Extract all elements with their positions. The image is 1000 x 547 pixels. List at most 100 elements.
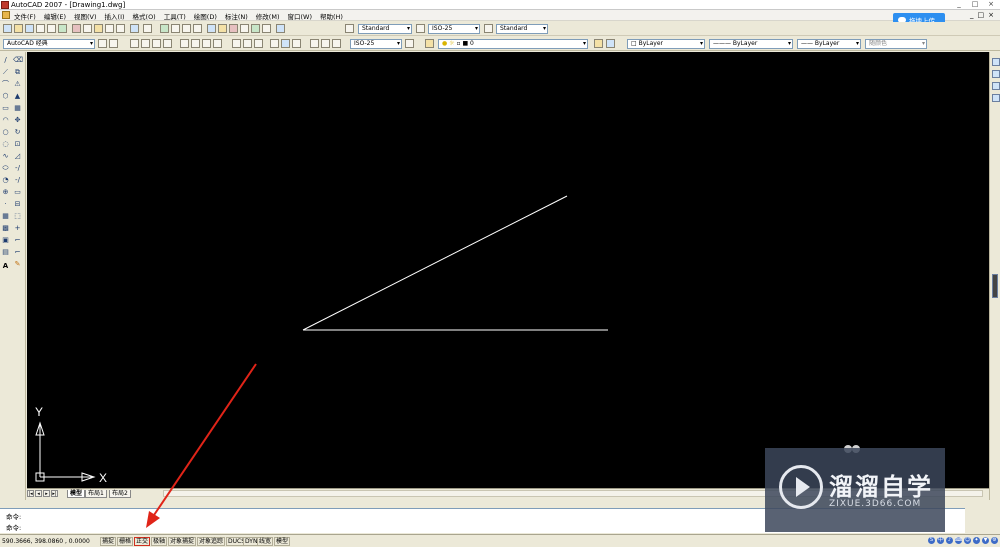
lineweight-toggle[interactable]: 线宽 <box>257 537 274 546</box>
cut-icon[interactable] <box>72 24 81 33</box>
erase-icon[interactable]: ⌫ <box>13 56 23 65</box>
render-icon[interactable] <box>992 82 1000 90</box>
zoom-realtime-icon[interactable] <box>171 24 180 33</box>
break-icon[interactable]: ⊟ <box>13 200 22 209</box>
keyboard-icon[interactable]: ⌨ <box>955 537 962 544</box>
menu-modify[interactable]: 修改(M) <box>256 11 280 21</box>
text-style-icon[interactable] <box>345 24 354 33</box>
leader-icon[interactable] <box>270 39 279 48</box>
panel-grip-handle[interactable] <box>992 274 998 298</box>
next-tab-arrow-icon[interactable]: ▸ <box>43 490 50 497</box>
prev-tab-arrow-icon[interactable]: ◂ <box>35 490 42 497</box>
arc-icon[interactable]: ◠ <box>1 116 10 125</box>
publish-icon[interactable] <box>58 24 67 33</box>
insert-block-icon[interactable]: ⊕ <box>1 188 10 197</box>
document-icon[interactable] <box>2 11 10 19</box>
circle-icon[interactable]: ○ <box>1 128 10 137</box>
view-icon[interactable] <box>992 70 1000 78</box>
polyline-icon[interactable]: ⌒ <box>1 80 10 89</box>
multiline-text-icon[interactable]: A <box>1 262 10 271</box>
scale-icon[interactable]: ⊡ <box>13 140 22 149</box>
workspace-settings-icon[interactable] <box>98 39 107 48</box>
dim-text-edit-icon[interactable] <box>321 39 330 48</box>
angular-dim-icon[interactable] <box>213 39 222 48</box>
fillet-icon[interactable]: ⌐ <box>13 248 22 257</box>
model-toggle[interactable]: 模型 <box>274 537 291 546</box>
coordinate-readout[interactable]: 590.3666, 398.0860 , 0.0000 <box>2 538 90 545</box>
lineweight-dropdown[interactable]: —— ByLayer ▾ <box>797 39 861 49</box>
aligned-dim-icon[interactable] <box>141 39 150 48</box>
diameter-dim-icon[interactable] <box>202 39 211 48</box>
menu-dimension[interactable]: 标注(N) <box>225 11 248 21</box>
layer-previous-icon[interactable] <box>606 39 615 48</box>
ellipse-arc-icon[interactable]: ◔ <box>1 176 10 185</box>
rectangle-icon[interactable]: ▭ <box>1 104 10 113</box>
continue-dim-icon[interactable] <box>254 39 263 48</box>
skin-icon[interactable]: ✦ <box>973 537 980 544</box>
revision-cloud-icon[interactable]: ◌ <box>1 140 10 149</box>
break-at-point-icon[interactable]: ▭ <box>13 188 22 197</box>
dim-edit-icon[interactable] <box>310 39 319 48</box>
properties-icon[interactable] <box>207 24 216 33</box>
dim-style-dropdown-2[interactable]: ISO-25 ▾ <box>350 39 402 49</box>
mirror-icon[interactable]: ⚠ <box>13 80 22 89</box>
baseline-dim-icon[interactable] <box>243 39 252 48</box>
dim-style-icon[interactable] <box>416 24 425 33</box>
ordinate-dim-icon[interactable] <box>163 39 172 48</box>
menu-view[interactable]: 视图(V) <box>74 11 97 21</box>
polygon-icon[interactable]: ⬡ <box>1 92 10 101</box>
drawing-canvas[interactable]: Y X <box>27 52 989 488</box>
doc-minimize-button[interactable]: _ <box>970 11 974 19</box>
point-icon[interactable]: · <box>1 200 10 209</box>
menu-file[interactable]: 文件(F) <box>14 11 36 21</box>
layer-dropdown[interactable]: ● ☼ ▫ ■ 0 ▾ <box>438 39 588 49</box>
stretch-icon[interactable]: ◿ <box>13 152 22 161</box>
polar-toggle[interactable]: 极轴 <box>151 537 168 546</box>
osnap-toggle[interactable]: 对象捕捉 <box>168 537 197 546</box>
print-icon[interactable] <box>36 24 45 33</box>
doc-restore-button[interactable]: □ <box>978 11 985 19</box>
copy-icon[interactable] <box>83 24 92 33</box>
offset-icon[interactable]: ▲ <box>13 92 22 101</box>
linear-dim-icon[interactable] <box>130 39 139 48</box>
maximize-button[interactable]: □ <box>968 0 982 9</box>
emoji-icon[interactable]: ☺ <box>964 537 971 544</box>
settings-icon[interactable]: ⚙ <box>991 537 998 544</box>
sound-icon[interactable]: ♪ <box>946 537 953 544</box>
tool-palettes-icon[interactable] <box>229 24 238 33</box>
radius-dim-icon[interactable] <box>180 39 189 48</box>
menu-window[interactable]: 窗口(W) <box>287 11 312 21</box>
trim-icon[interactable]: -/ <box>13 164 22 173</box>
workspace-dropdown[interactable]: AutoCAD 经典 ▾ <box>3 39 95 49</box>
undo-icon[interactable] <box>130 24 139 33</box>
match-properties-icon[interactable] <box>105 24 114 33</box>
command-prompt[interactable]: 命令: <box>6 522 21 532</box>
grid-toggle[interactable]: 栅格 <box>117 537 134 546</box>
linetype-dropdown[interactable]: ——— ByLayer ▾ <box>709 39 793 49</box>
copy-object-icon[interactable]: ⧉ <box>13 68 22 77</box>
gradient-icon[interactable]: ▩ <box>1 224 10 233</box>
color-dropdown[interactable]: □ ByLayer ▾ <box>627 39 705 49</box>
line-tool-icon[interactable]: / <box>1 56 10 65</box>
sheet-set-icon[interactable] <box>240 24 249 33</box>
save-workspace-icon[interactable] <box>109 39 118 48</box>
redo-icon[interactable] <box>143 24 152 33</box>
make-layer-current-icon[interactable] <box>594 39 603 48</box>
menu-format[interactable]: 格式(O) <box>133 11 156 21</box>
ellipse-icon[interactable]: ⬭ <box>1 164 10 173</box>
block-editor-icon[interactable] <box>116 24 125 33</box>
arc-length-icon[interactable] <box>152 39 161 48</box>
preview-icon[interactable] <box>47 24 56 33</box>
table-style-icon[interactable] <box>484 24 493 33</box>
orbit-icon[interactable] <box>992 58 1000 66</box>
drawing-area[interactable]: Y X <box>27 52 989 488</box>
paste-icon[interactable] <box>94 24 103 33</box>
camera-icon[interactable] <box>992 94 1000 102</box>
menu-draw[interactable]: 绘图(D) <box>194 11 217 21</box>
ime-icon[interactable]: S <box>928 537 935 544</box>
menu-edit[interactable]: 编辑(E) <box>44 11 66 21</box>
tab-model[interactable]: 模型 <box>67 490 86 498</box>
dim-style-dropdown[interactable]: ISO-25 ▾ <box>428 24 480 34</box>
zoom-window-icon[interactable] <box>182 24 191 33</box>
ortho-toggle[interactable]: 正交 <box>134 537 151 546</box>
